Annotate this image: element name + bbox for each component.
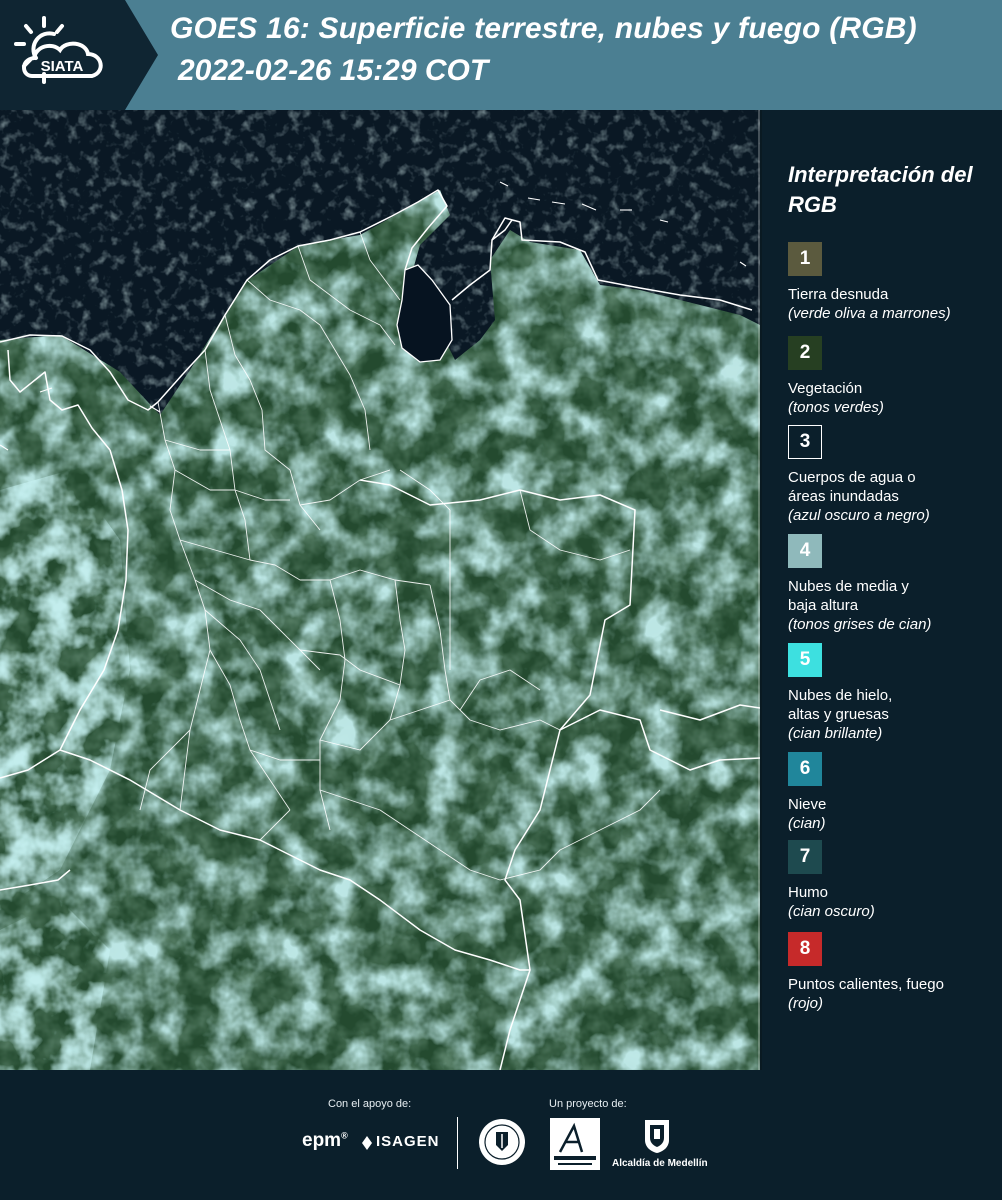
header: SIATA GOES 16: Superficie terrestre, nub… (0, 0, 1002, 110)
satellite-map-svg (0, 110, 760, 1070)
legend-label: Puntos calientes, fuego (rojo) (788, 975, 944, 1013)
isagen-logo: ISAGEN (376, 1133, 440, 1150)
epm-logo-text: epm (302, 1130, 342, 1151)
legend-item-8: 8 Puntos calientes, fuego (rojo) (788, 932, 944, 1013)
legend-label: Nubes de hielo, altas y gruesas (cian bril… (788, 686, 892, 743)
alcaldia-label: Alcaldía de Medellín (612, 1158, 708, 1169)
legend-item-5: 5 Nubes de hielo, altas y gruesas (cian bri… (788, 643, 892, 743)
legend-label: Cuerpos de agua o áreas inundadas (azul os… (788, 468, 930, 525)
university-seal-icon (479, 1119, 525, 1165)
legend-swatch: 7 (788, 840, 822, 874)
legend-item-7: 7 Humo (cian oscuro) (788, 840, 875, 921)
legend: Interpretación del RGB (788, 160, 988, 240)
legend-sublabel: (cian brillante) (788, 725, 883, 742)
project-label: Un proyecto de: (549, 1098, 627, 1110)
area-metropolitana-logo-icon (550, 1118, 600, 1170)
siata-logo-text: SIATA (41, 58, 84, 75)
footer: Con el apoyo de: Un proyecto de: epm® IS… (0, 1070, 1002, 1200)
legend-label-text: Nieve (788, 796, 827, 813)
legend-label-text: Cuerpos de agua o (788, 469, 916, 486)
legend-title: Interpretación del RGB (788, 162, 973, 217)
legend-sublabel: (rojo) (788, 995, 824, 1012)
legend-label-text: Tierra desnuda (788, 286, 889, 303)
siata-logo-icon: SIATA (14, 16, 103, 84)
legend-item-6: 6 Nieve (cian) (788, 752, 826, 833)
legend-label: Vegetación (tonos verdes) (788, 379, 884, 417)
page-title: GOES 16: Superficie terrestre, nubes y f… (170, 12, 917, 45)
page-timestamp: 2022-02-26 15:29 COT (178, 54, 489, 87)
legend-item-4: 4 Nubes de media y baja altura (tonos grise… (788, 534, 931, 634)
legend-label-text-2: áreas inundadas (788, 488, 899, 505)
isagen-leaf-icon (362, 1136, 372, 1150)
legend-swatch: 5 (788, 643, 822, 677)
alcaldia-shield-icon (645, 1120, 669, 1153)
legend-sublabel: (azul oscuro a negro) (788, 507, 930, 524)
legend-swatch: 6 (788, 752, 822, 786)
legend-swatch: 1 (788, 242, 822, 276)
legend-label: Nubes de media y baja altura (tonos grises… (788, 577, 931, 634)
legend-swatch: 2 (788, 336, 822, 370)
legend-item-2: 2 Vegetación (tonos verdes) (788, 336, 884, 417)
support-label: Con el apoyo de: (328, 1098, 412, 1110)
legend-sublabel: (cian) (788, 815, 826, 832)
legend-label-text-2: baja altura (788, 597, 859, 614)
legend-swatch: 4 (788, 534, 822, 568)
legend-label-text: Puntos calientes, fuego (788, 976, 944, 993)
legend-sublabel: (verde oliva a marrones) (788, 305, 951, 322)
epm-logo: epm® (302, 1130, 348, 1151)
legend-sublabel: (cian oscuro) (788, 903, 875, 920)
legend-swatch: 3 (788, 425, 822, 459)
legend-sublabel: (tonos verdes) (788, 399, 884, 416)
legend-label: Tierra desnuda (verde oliva a marrones) (788, 285, 951, 323)
legend-label: Nieve (cian) (788, 795, 826, 833)
legend-label-text: Nubes de media y (788, 578, 909, 595)
satellite-map[interactable] (0, 110, 760, 1070)
legend-label-text-2: altas y gruesas (788, 706, 889, 723)
map-separator (760, 110, 762, 1070)
footer-divider (457, 1117, 458, 1169)
legend-label: Humo (cian oscuro) (788, 883, 875, 921)
legend-item-1: 1 Tierra desnuda (verde oliva a marrones) (788, 242, 951, 323)
legend-sublabel: (tonos grises de cian) (788, 616, 932, 633)
legend-item-3: 3 Cuerpos de agua o áreas inundadas (azul o… (788, 425, 930, 525)
legend-label-text: Humo (788, 884, 829, 901)
legend-label-text: Nubes de hielo, (788, 687, 893, 704)
legend-label-text: Vegetación (788, 380, 863, 397)
legend-swatch: 8 (788, 932, 822, 966)
